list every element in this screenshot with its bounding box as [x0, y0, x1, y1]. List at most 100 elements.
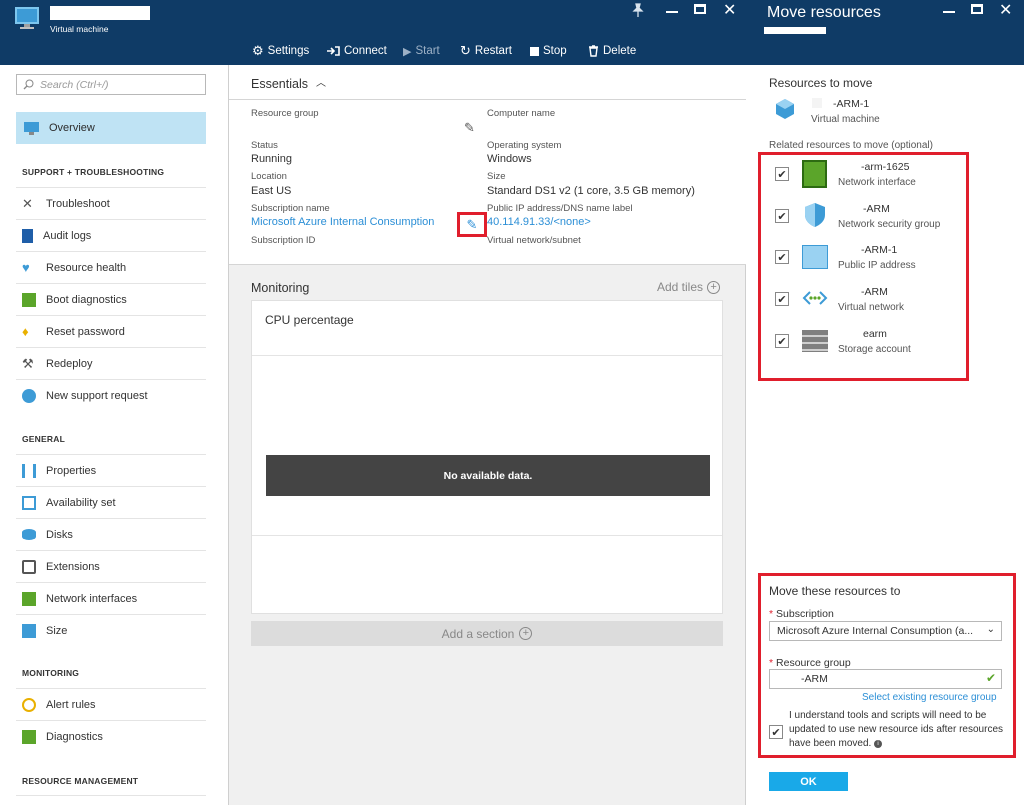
nav-reset-password[interactable]: ♦ Reset password	[16, 315, 206, 347]
related-name: earm	[863, 328, 887, 340]
resource-group-input[interactable]: -ARM ✔	[769, 669, 1002, 689]
add-circle-icon: +	[707, 280, 721, 294]
related-name: -ARM-1	[861, 244, 898, 256]
nav-boot-diagnostics[interactable]: Boot diagnostics	[16, 283, 206, 315]
alert-gauge-icon	[22, 697, 36, 712]
public-ip-label: Public IP address/DNS name label	[487, 203, 633, 214]
public-ip-link[interactable]: 40.114.91.33/<none>	[487, 216, 591, 228]
related-resources-label: Related resources to move (optional)	[769, 140, 933, 151]
related-type: Network security group	[838, 219, 941, 230]
tile-divider	[252, 535, 722, 536]
settings-button[interactable]: ⚙ Settings	[252, 43, 309, 58]
nav-size[interactable]: Size	[16, 614, 206, 646]
nav-extensions[interactable]: Extensions	[16, 550, 206, 582]
close-icon[interactable]: ✕	[999, 0, 1012, 20]
checkbox-storage[interactable]: ✔	[775, 334, 789, 348]
edit-subscription-button[interactable]: ✎	[457, 212, 487, 237]
select-existing-resource-group-link[interactable]: Select existing resource group	[862, 692, 997, 703]
checkbox-network-interface[interactable]: ✔	[775, 167, 789, 181]
pin-icon[interactable]	[632, 3, 644, 17]
nav-properties[interactable]: Properties	[16, 454, 206, 486]
nav-label: Audit logs	[43, 229, 92, 242]
add-tiles-button[interactable]: Add tiles +	[657, 280, 721, 294]
no-data-banner: No available data.	[266, 455, 710, 496]
nav-label: Diagnostics	[46, 730, 103, 743]
nav-troubleshoot[interactable]: ✕ Troubleshoot	[16, 187, 206, 219]
add-section-button[interactable]: Add a section +	[251, 621, 723, 646]
nav-disks[interactable]: Disks	[16, 518, 206, 550]
name-redacted	[812, 98, 822, 108]
related-name: -ARM	[861, 286, 888, 298]
related-row-network-interface[interactable]: ✔ -arm-1625 Network interface	[775, 160, 955, 194]
no-data-text: No available data.	[443, 469, 533, 482]
related-row-vnet[interactable]: ✔ -ARM Virtual network	[775, 285, 955, 319]
nav-alert-rules[interactable]: Alert rules	[16, 688, 206, 720]
connect-button[interactable]: Connect	[326, 44, 387, 58]
search-placeholder: Search (Ctrl+/)	[40, 78, 109, 91]
related-type: Network interface	[838, 177, 916, 188]
close-icon[interactable]: ✕	[723, 0, 736, 20]
nav-network-interfaces[interactable]: Network interfaces	[16, 582, 206, 614]
nav-redeploy[interactable]: ⚒ Redeploy	[16, 347, 206, 379]
nav-overview[interactable]: Overview	[16, 112, 206, 144]
stop-button[interactable]: Stop	[530, 44, 567, 58]
understand-text-body: I understand tools and scripts will need…	[789, 710, 1004, 749]
section-general: GENERAL	[22, 434, 65, 444]
vm-name-redacted	[50, 6, 150, 20]
delete-button[interactable]: Delete	[588, 44, 636, 58]
nav-label: Reset password	[46, 325, 125, 338]
related-row-storage[interactable]: ✔ earm Storage account	[775, 327, 955, 361]
understand-checkbox[interactable]: ✔	[769, 725, 783, 739]
related-type: Virtual network	[838, 302, 904, 313]
nav-availability-set[interactable]: Availability set	[16, 486, 206, 518]
vm-subtitle: Virtual machine	[50, 24, 109, 34]
cpu-percentage-tile[interactable]: CPU percentage No available data.	[251, 300, 723, 614]
nav-overview-label: Overview	[49, 122, 95, 134]
key-icon: ♦	[22, 323, 29, 339]
network-interface-icon	[22, 591, 36, 606]
boot-diagnostics-icon	[22, 292, 36, 307]
subscription-select[interactable]: Microsoft Azure Internal Consumption (a.…	[769, 621, 1002, 641]
support-person-icon	[22, 388, 36, 403]
checkbox-nsg[interactable]: ✔	[775, 209, 789, 223]
checkbox-vnet[interactable]: ✔	[775, 292, 789, 306]
search-input[interactable]: Search (Ctrl+/)	[16, 74, 206, 95]
vm-resource-name: -ARM-1	[833, 98, 870, 110]
related-row-public-ip[interactable]: ✔ -ARM-1 Public IP address	[775, 243, 955, 277]
related-row-nsg[interactable]: ✔ -ARM Network security group	[775, 202, 955, 236]
nav-divider	[16, 795, 206, 796]
nav-label: Redeploy	[46, 357, 93, 370]
start-button[interactable]: ▶ Start	[403, 44, 440, 58]
checkbox-public-ip[interactable]: ✔	[775, 250, 789, 264]
subscription-field-label: * Subscription	[769, 608, 834, 620]
shield-icon	[805, 203, 825, 227]
info-icon[interactable]: i	[874, 740, 883, 748]
minimize-icon[interactable]	[666, 11, 678, 13]
nav-diagnostics[interactable]: Diagnostics	[16, 720, 206, 752]
nav-label: Availability set	[46, 496, 116, 509]
restart-button[interactable]: ↻ Restart	[460, 43, 512, 58]
subscription-label-text: Subscription	[776, 608, 834, 620]
size-icon	[22, 623, 36, 638]
size-value: Standard DS1 v2 (1 core, 3.5 GB memory)	[487, 185, 695, 197]
nav-label: Troubleshoot	[46, 197, 110, 210]
heart-icon: ♥	[22, 259, 30, 275]
disk-icon	[22, 529, 36, 540]
minimize-icon[interactable]	[943, 11, 955, 13]
delete-label: Delete	[603, 45, 637, 57]
maximize-icon[interactable]	[694, 4, 706, 14]
nav-label: Properties	[46, 464, 97, 477]
nav-resource-health[interactable]: ♥ Resource health	[16, 251, 206, 283]
ok-button[interactable]: OK	[769, 772, 848, 791]
vnet-label: Virtual network/subnet	[487, 235, 581, 246]
stop-label: Stop	[543, 45, 567, 57]
wrench-icon: ✕	[22, 195, 33, 211]
related-type: Public IP address	[838, 260, 916, 271]
ok-label: OK	[800, 775, 817, 788]
maximize-icon[interactable]	[971, 4, 983, 14]
nav-audit-logs[interactable]: Audit logs	[16, 219, 206, 251]
nav-new-support-request[interactable]: New support request	[16, 379, 206, 411]
pencil-edit-icon[interactable]: ✎	[464, 120, 475, 136]
subscription-name-link[interactable]: Microsoft Azure Internal Consumption	[251, 216, 434, 228]
essentials-toggle[interactable]: Essentials ︿	[251, 77, 326, 91]
